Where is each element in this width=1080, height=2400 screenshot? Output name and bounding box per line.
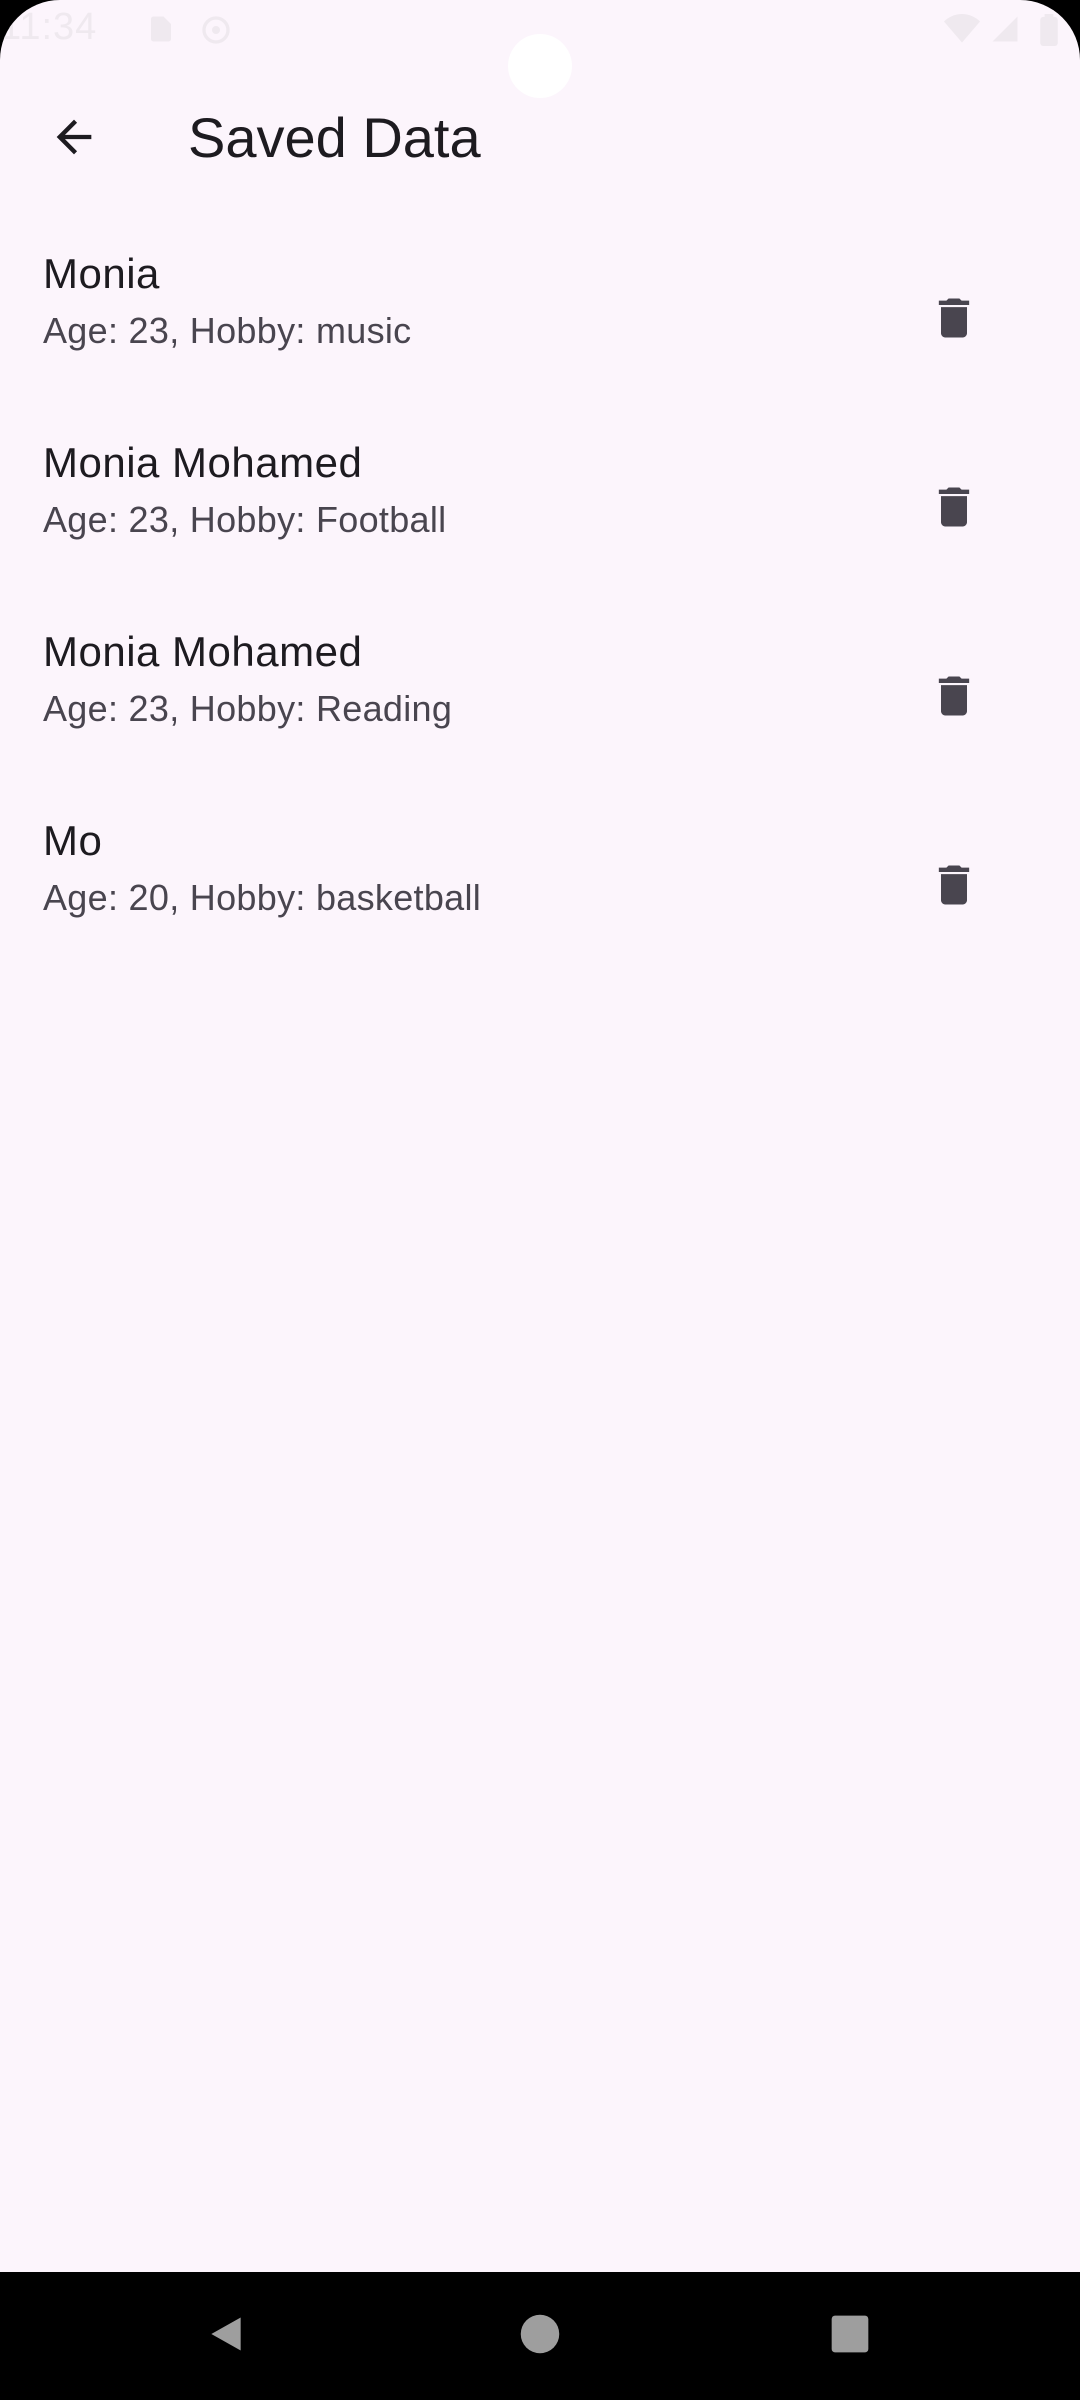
delete-button[interactable] <box>902 268 1006 372</box>
saved-data-screen: 11:34 Saved Data Monia Age: 23, Hobby: m… <box>0 0 1080 2272</box>
nav-home-button[interactable] <box>500 2296 580 2376</box>
list-item: Monia Mohamed Age: 23, Hobby: Football <box>0 425 1080 614</box>
top-app-bar: Saved Data <box>0 70 1080 200</box>
sync-icon <box>200 14 230 44</box>
phone-screen: 11:34 Saved Data Monia Age: 23, Hobby: m… <box>0 0 1080 2400</box>
wifi-icon <box>944 14 980 44</box>
list-item: Mo Age: 20, Hobby: basketball <box>0 803 1080 992</box>
nav-recents-button[interactable] <box>810 2296 890 2376</box>
delete-icon <box>928 481 980 538</box>
status-time: 11:34 <box>0 6 98 48</box>
entry-name: Monia Mohamed <box>43 628 363 675</box>
list-item: Monia Age: 23, Hobby: music <box>0 236 1080 425</box>
delete-button[interactable] <box>902 835 1006 939</box>
delete-button[interactable] <box>902 646 1006 750</box>
battery-icon <box>1040 14 1058 46</box>
recents-square-icon <box>830 2314 870 2359</box>
nav-back-button[interactable] <box>186 2296 266 2376</box>
entry-name: Monia Mohamed <box>43 439 363 486</box>
entry-name: Mo <box>43 817 103 864</box>
list-item: Monia Mohamed Age: 23, Hobby: Reading <box>0 614 1080 803</box>
delete-icon <box>928 859 980 916</box>
entry-details: Age: 20, Hobby: basketball <box>43 877 482 918</box>
home-circle-icon <box>519 2313 561 2360</box>
delete-icon <box>928 292 980 349</box>
entry-name: Monia <box>43 250 160 297</box>
signal-icon <box>990 14 1020 44</box>
saved-data-list: Monia Age: 23, Hobby: music Monia Mohame… <box>0 236 1080 992</box>
delete-button[interactable] <box>902 457 1006 561</box>
entry-details: Age: 23, Hobby: Reading <box>43 688 453 729</box>
entry-details: Age: 23, Hobby: music <box>43 310 412 351</box>
sd-card-icon <box>146 14 176 44</box>
delete-icon <box>928 670 980 727</box>
entry-details: Age: 23, Hobby: Football <box>43 499 447 540</box>
back-button[interactable] <box>36 101 112 177</box>
arrow-back-icon <box>48 111 100 168</box>
system-nav-bar <box>0 2272 1080 2400</box>
back-triangle-icon <box>204 2312 248 2361</box>
page-title: Saved Data <box>188 106 481 169</box>
